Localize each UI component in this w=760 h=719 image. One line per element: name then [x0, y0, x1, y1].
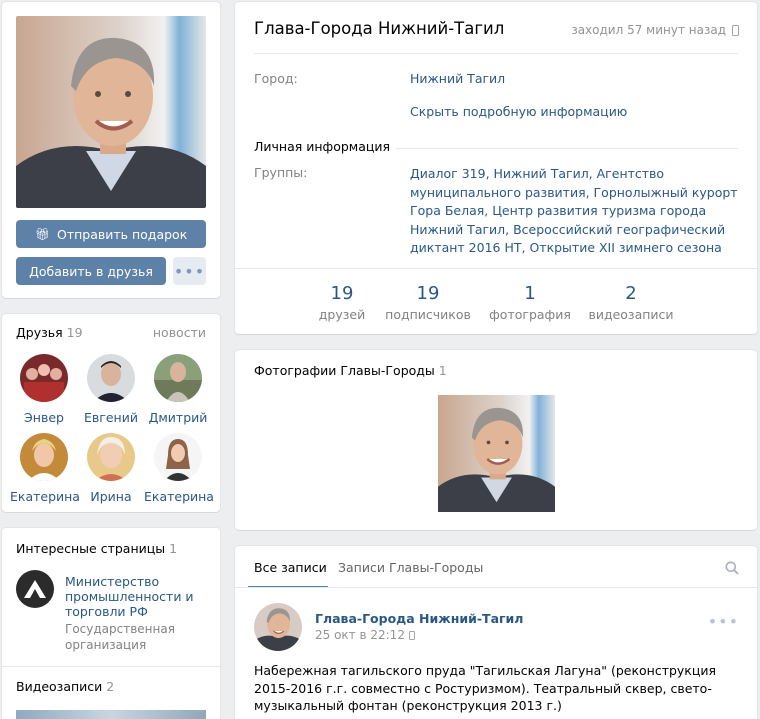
tab-all-posts[interactable]: Все записи	[254, 560, 327, 575]
divider	[254, 53, 738, 54]
counter-label: фотография	[489, 307, 571, 322]
friend-item[interactable]: Екатерина	[10, 433, 80, 504]
groups-list[interactable]: Диалог 319, Нижний Тагил, Агентство муни…	[410, 165, 740, 258]
friends-title: Друзья	[16, 325, 63, 340]
divider	[235, 587, 757, 588]
friends-news-link[interactable]: новости	[153, 325, 206, 340]
friends-count: 19	[66, 325, 83, 340]
counter-followers[interactable]: 19 подписчиков	[385, 283, 471, 322]
post-author-avatar[interactable]	[254, 603, 302, 651]
counter-photos[interactable]: 1 фотография	[488, 283, 572, 322]
photos-title: Фотографии Главы-Городы	[254, 363, 435, 378]
post-more-icon[interactable]: •••	[708, 612, 739, 631]
friend-item[interactable]: Ирина	[77, 433, 145, 504]
friend-item[interactable]: Дмитрий	[144, 354, 212, 425]
groups-label: Группы:	[254, 165, 308, 180]
gift-icon: 🎁︎	[34, 227, 50, 241]
hide-details-link[interactable]: Скрыть подробную информацию	[410, 104, 627, 119]
counter-videos[interactable]: 2 видеозаписи	[588, 283, 674, 322]
wall-card: Все записи Записи Главы-Городы Глава-Гор…	[235, 546, 757, 719]
friend-name: Екатерина	[144, 489, 214, 504]
video-thumbnail[interactable]	[16, 710, 206, 719]
friend-name: Евгений	[84, 410, 138, 425]
friend-name: Энвер	[24, 410, 64, 425]
divider	[235, 268, 757, 269]
friends-card: Друзья 19 новости Энвер Евгений Дмитрий Е…	[2, 314, 220, 512]
counter-value: 19	[416, 283, 440, 304]
photo-thumbnail[interactable]	[438, 395, 555, 512]
interesting-page-type: Государственная организация	[65, 622, 175, 652]
tab-owner-posts[interactable]: Записи Главы-Городы	[338, 560, 483, 575]
interesting-page-name[interactable]: Министерство промышленности и торговли Р…	[65, 574, 205, 619]
divider	[2, 666, 220, 667]
send-gift-button[interactable]: 🎁︎ Отправить подарок	[16, 220, 206, 248]
friend-avatar	[87, 433, 135, 481]
post-date[interactable]: 25 окт в 22:12	[315, 628, 415, 642]
search-icon[interactable]	[725, 561, 739, 575]
profile-avatar-card: 🎁︎ Отправить подарок Добавить в друзья •…	[2, 2, 220, 298]
counter-value: 1	[524, 283, 536, 304]
friends-header[interactable]: Друзья 19	[16, 325, 83, 340]
city-label: Город:	[254, 71, 298, 86]
ministry-logo-icon[interactable]	[16, 570, 54, 608]
personal-info-heading: Личная информация	[254, 139, 397, 154]
photos-header[interactable]: Фотографии Главы-Городы 1	[254, 363, 447, 378]
photos-card: Фотографии Главы-Городы 1	[235, 350, 757, 530]
friend-item[interactable]: Евгений	[77, 354, 145, 425]
friend-avatar	[20, 433, 68, 481]
mobile-phone-icon	[732, 24, 739, 36]
interesting-pages-title: Интересные страницы	[16, 541, 166, 556]
last-seen-status: заходил 57 минут назад	[571, 23, 739, 37]
post-author-name[interactable]: Глава-Города Нижний-Тагил	[315, 611, 523, 626]
counter-value: 19	[330, 283, 354, 304]
add-friend-button[interactable]: Добавить в друзья	[16, 257, 166, 285]
videos-count: 2	[106, 679, 115, 694]
counter-label: друзей	[318, 307, 366, 322]
post-text: Набережная тагильского пруда "Тагильская…	[254, 663, 717, 713]
profile-photo[interactable]	[16, 16, 206, 208]
friend-avatar	[154, 433, 202, 481]
post-date-text: 25 окт в 22:12	[315, 628, 405, 642]
friend-name: Дмитрий	[148, 410, 208, 425]
friend-item[interactable]: Екатерина	[144, 433, 214, 504]
photos-count: 1	[438, 363, 447, 378]
more-actions-button[interactable]: •••	[173, 257, 206, 285]
friend-avatar	[20, 354, 68, 402]
friend-item[interactable]: Энвер	[10, 354, 78, 425]
friend-avatar	[87, 354, 135, 402]
mobile-phone-icon	[408, 630, 415, 640]
interesting-pages-header[interactable]: Интересные страницы 1	[16, 541, 177, 556]
send-gift-label: Отправить подарок	[56, 226, 188, 242]
page-title: Глава-Города Нижний-Тагил	[254, 19, 505, 38]
friend-name: Ирина	[90, 489, 132, 504]
videos-title: Видеозаписи	[16, 679, 103, 694]
videos-header[interactable]: Видеозаписи 2	[16, 679, 114, 694]
friend-avatar	[154, 354, 202, 402]
interesting-pages-card: Интересные страницы 1 Министерство промыш…	[2, 528, 220, 719]
counter-friends[interactable]: 19 друзей	[317, 283, 367, 322]
interesting-pages-count: 1	[169, 541, 178, 556]
counter-label: подписчиков	[385, 307, 471, 322]
counter-label: видеозаписи	[588, 307, 674, 322]
last-seen-text: заходил 57 минут назад	[571, 23, 726, 37]
counter-value: 2	[625, 283, 637, 304]
city-link[interactable]: Нижний Тагил	[410, 71, 505, 86]
friend-name: Екатерина	[10, 489, 80, 504]
profile-info-card: Глава-Города Нижний-Тагил заходил 57 мин…	[235, 2, 757, 334]
